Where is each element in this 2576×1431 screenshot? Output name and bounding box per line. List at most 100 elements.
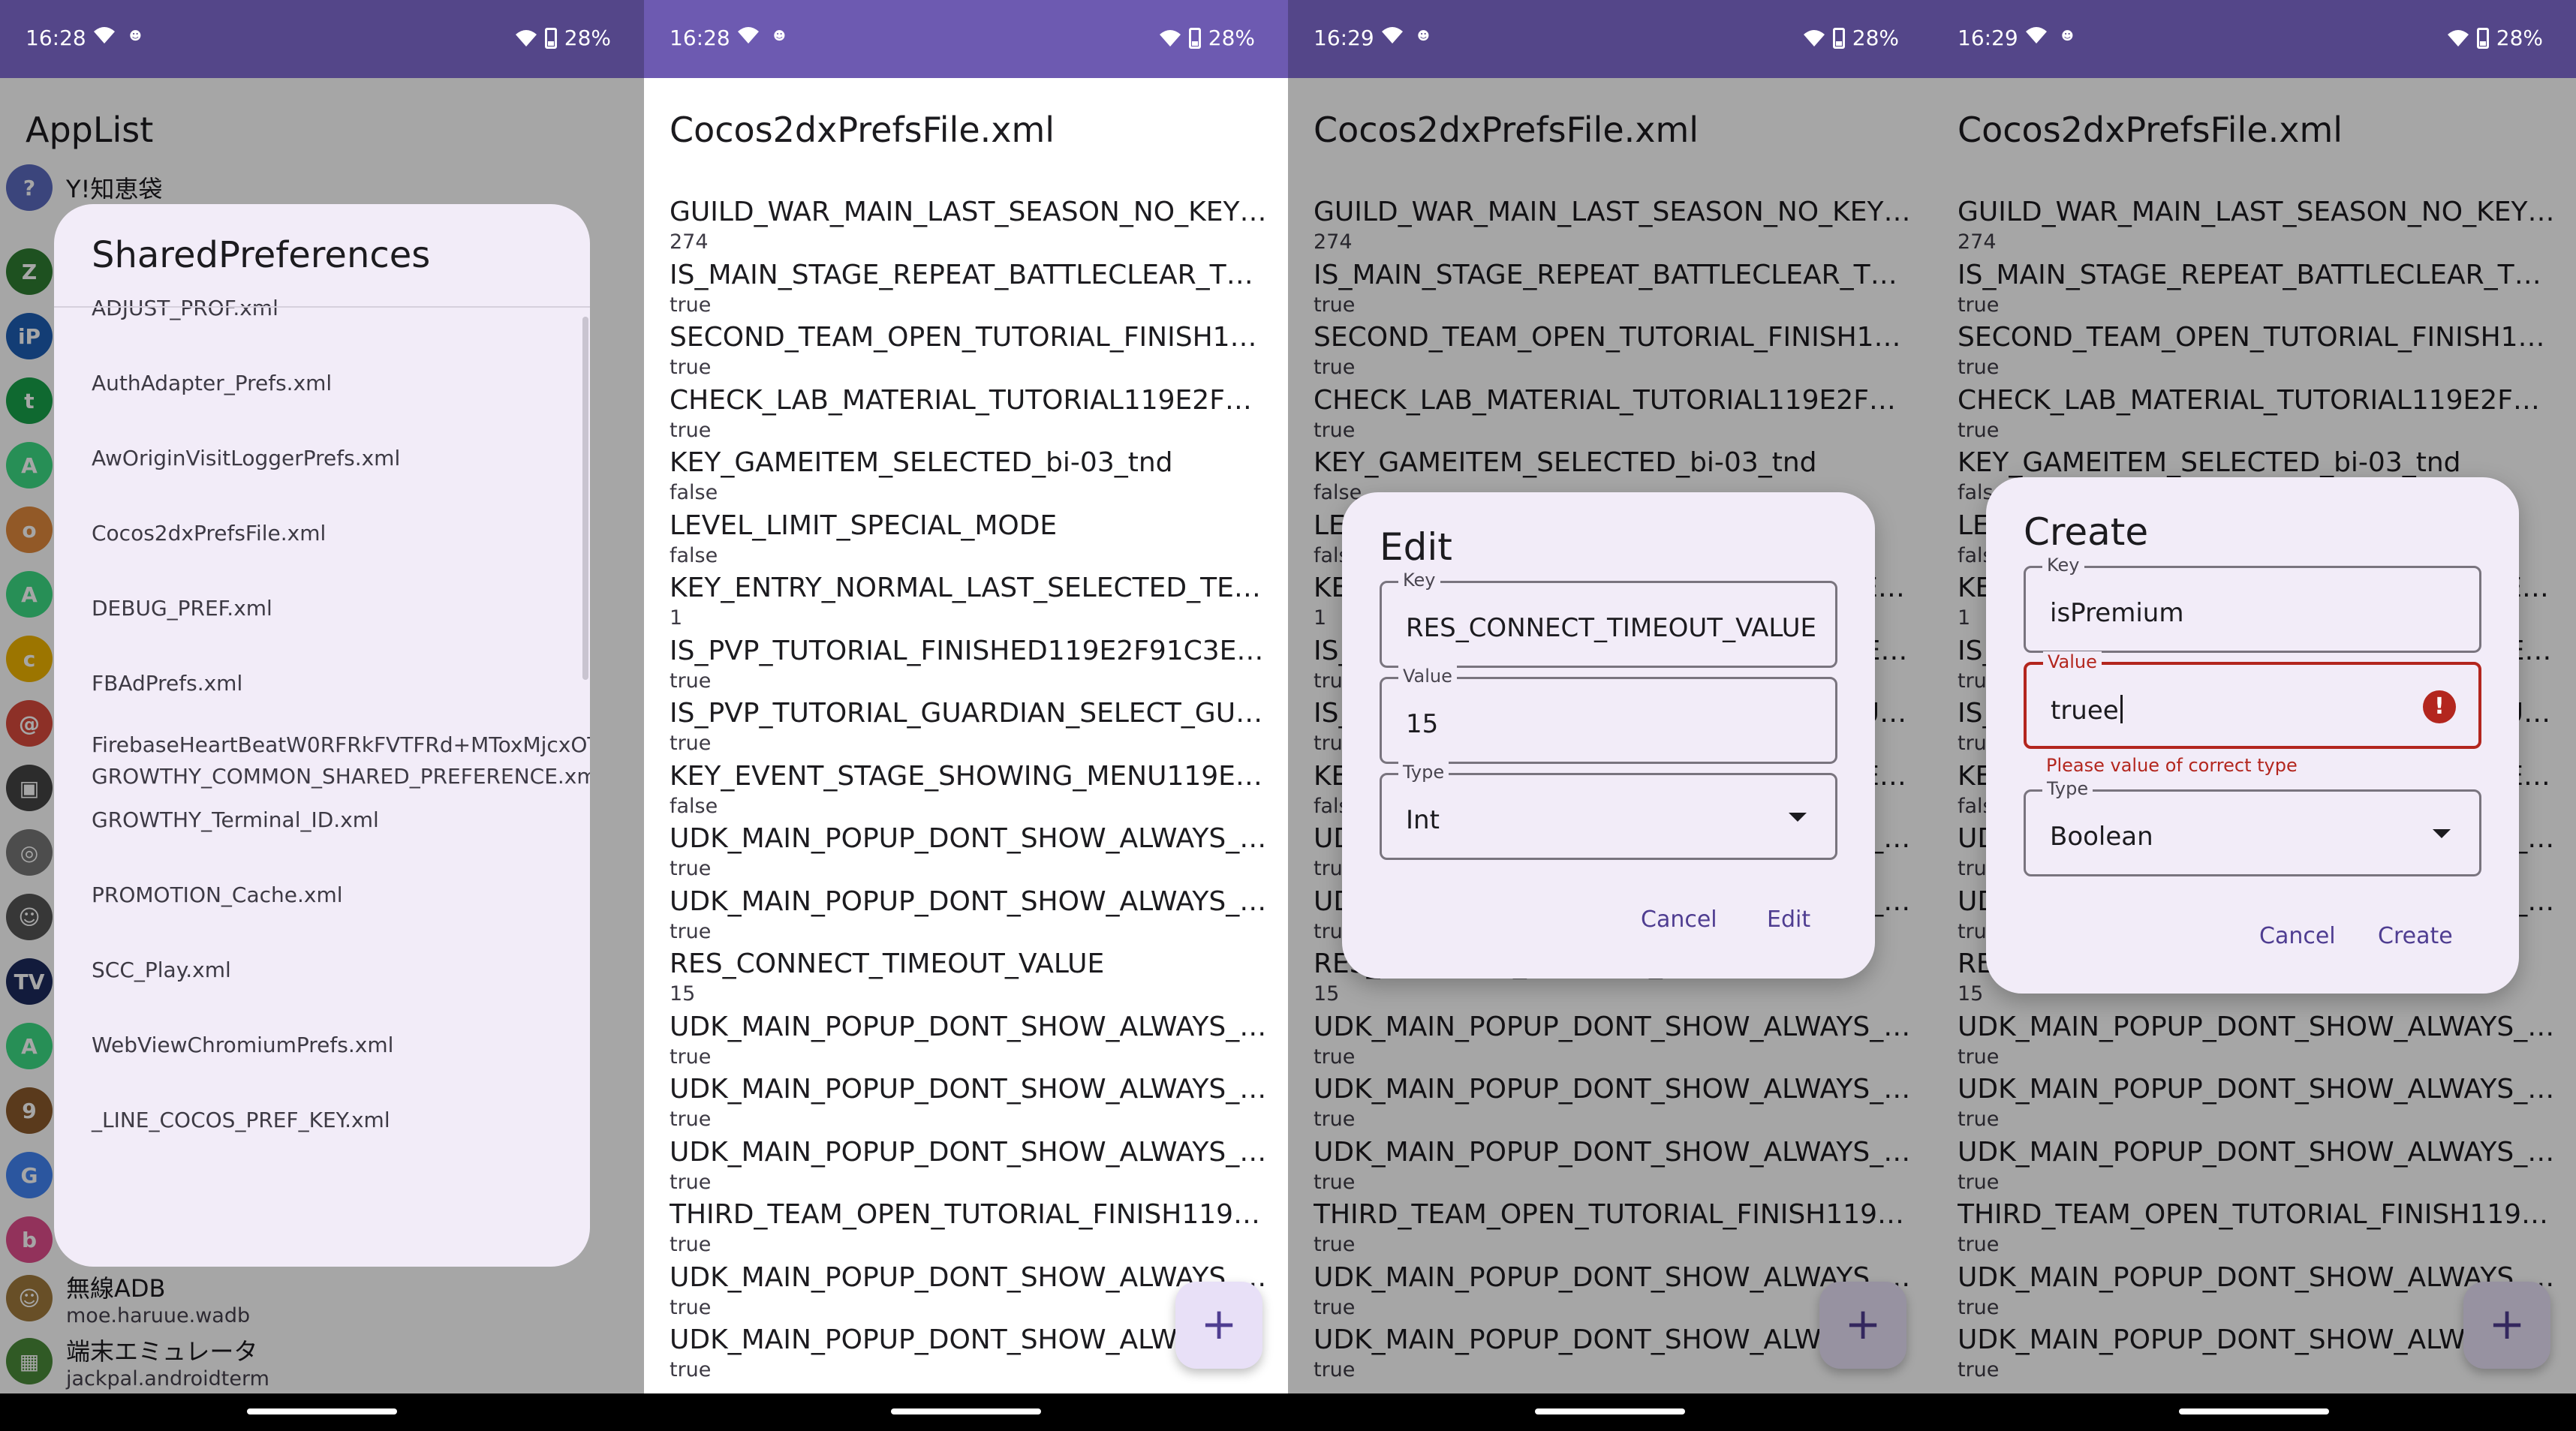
- pref-value: false: [670, 543, 718, 567]
- home-handle[interactable]: [247, 1408, 397, 1414]
- pref-value: false: [670, 794, 718, 818]
- battery-icon: [1832, 27, 1845, 49]
- prefs-file-item[interactable]: GROWTHY_COMMON_SHARED_PREFERENCE.xml: [92, 761, 590, 792]
- pref-value: 1: [670, 606, 683, 630]
- pref-key: UDK_MAIN_POPUP_DONT_SHOW_ALWAYS_6...: [670, 1074, 1268, 1105]
- prefs-file-item[interactable]: WebViewChromiumPrefs.xml: [92, 1030, 542, 1061]
- pref-value: true: [670, 418, 712, 442]
- nav-bar: [1288, 1393, 1932, 1431]
- dialog-title: Edit: [1380, 525, 1452, 569]
- pref-row[interactable]: UDK_MAIN_POPUP_DONT_SHOW_ALWAYS_6...true: [670, 1134, 1268, 1197]
- pref-row[interactable]: UDK_MAIN_POPUP_DONT_SHOW_ALWAYS_6...true: [670, 1071, 1268, 1134]
- status-right: 28%: [515, 26, 611, 50]
- status-icons: ☻: [93, 26, 142, 45]
- dropdown-arrow-icon: [1789, 813, 1807, 822]
- pref-value: true: [670, 857, 712, 880]
- key-value: isPremium: [2050, 598, 2184, 628]
- status-right: 28%: [1803, 26, 1899, 50]
- prefs-file-item[interactable]: FirebaseHeartBeatW0RFRkFVTFRd+MToxMjcxOT…: [92, 729, 590, 761]
- prefs-file-item[interactable]: GROWTHY_Terminal_ID.xml: [92, 804, 542, 836]
- pref-row[interactable]: UDK_MAIN_POPUP_DONT_SHOW_ALWAYS_6...true: [670, 1009, 1268, 1072]
- type-label: Type: [2042, 778, 2093, 799]
- home-handle[interactable]: [891, 1408, 1041, 1414]
- pref-row[interactable]: UDK_MAIN_POPUP_DONT_SHOW_ALWAYS_6...true: [670, 820, 1268, 883]
- pref-value: true: [670, 732, 712, 755]
- pref-value: true: [670, 1045, 712, 1069]
- status-bar: 16:28 ☻ 28%: [644, 0, 1288, 78]
- pref-row[interactable]: CHECK_LAB_MATERIAL_TUTORIAL119E2F91... tr…: [670, 382, 1268, 445]
- pref-row[interactable]: KEY_EVENT_STAGE_SHOWING_MENU119E2F...fal…: [670, 758, 1268, 821]
- pref-row[interactable]: IS_MAIN_STAGE_REPEAT_BATTLECLEAR_TU... tr…: [670, 257, 1268, 320]
- scrollbar[interactable]: [582, 317, 588, 680]
- prefs-file-item[interactable]: FBAdPrefs.xml: [92, 668, 542, 699]
- pref-value: true: [670, 1233, 712, 1256]
- pref-row[interactable]: RES_CONNECT_TIMEOUT_VALUE 15: [670, 945, 1268, 1009]
- pref-value: false: [670, 481, 718, 504]
- status-bar: 16:28 ☻ 28%: [0, 0, 644, 78]
- prefs-file-item[interactable]: Cocos2dxPrefsFile.xml: [92, 518, 542, 549]
- cancel-button[interactable]: Cancel: [1641, 906, 1717, 933]
- type-select[interactable]: Type Boolean: [2024, 778, 2481, 876]
- pref-value: true: [670, 919, 712, 943]
- value-text: truee: [2051, 696, 2119, 726]
- prefs-file-item[interactable]: AuthAdapter_Prefs.xml: [92, 368, 542, 399]
- pref-key: UDK_MAIN_POPUP_DONT_SHOW_ALWAYS_6...: [670, 823, 1268, 854]
- prefs-file-item[interactable]: ADJUST_PROF.xml: [92, 293, 542, 324]
- key-field[interactable]: Key RES_CONNECT_TIMEOUT_VALUE: [1380, 570, 1837, 668]
- home-handle[interactable]: [2179, 1408, 2329, 1414]
- prefs-file-item[interactable]: DEBUG_PREF.xml: [92, 593, 542, 624]
- value-field[interactable]: Value 15: [1380, 666, 1837, 764]
- pref-key: UDK_MAIN_POPUP_DONT_SHOW_ALWAYS_6...: [670, 885, 1268, 917]
- pref-value: true: [670, 1108, 712, 1131]
- pref-key: KEY_GAMEITEM_SELECTED_bi-03_tnd: [670, 447, 1173, 478]
- edit-dialog: Edit Key RES_CONNECT_TIMEOUT_VALUE Value…: [1342, 492, 1875, 979]
- pref-row[interactable]: UDK_MAIN_POPUP_DONT_SHOW_ALWAYS_6...true: [670, 883, 1268, 946]
- status-time: 16:29: [1314, 26, 1374, 50]
- pref-key: IS_PVP_TUTORIAL_GUARDIAN_SELECT_GUID...: [670, 698, 1268, 729]
- add-pref-button[interactable]: +: [1175, 1282, 1262, 1369]
- prefs-file-list: ADJUST_PROF.xml AuthAdapter_Prefs.xml AwOr…: [92, 293, 590, 1136]
- create-button[interactable]: Create: [2378, 923, 2453, 949]
- edit-button[interactable]: Edit: [1767, 906, 1810, 933]
- pref-row[interactable]: IS_PVP_TUTORIAL_GUARDIAN_SELECT_GUID...t…: [670, 695, 1268, 758]
- status-bar: 16:29 ☻ 28%: [1288, 0, 1932, 78]
- dialog-title: Create: [2024, 510, 2149, 554]
- wifi-icon: [94, 27, 115, 44]
- prefs-file-item[interactable]: _LINE_COCOS_PREF_KEY.xml: [92, 1105, 542, 1136]
- pref-value: true: [670, 1358, 712, 1381]
- pref-row[interactable]: GUILD_WAR_MAIN_LAST_SEASON_NO_KEY1... 274: [670, 194, 1268, 257]
- pref-key: KEY_EVENT_STAGE_SHOWING_MENU119E2F...: [670, 760, 1268, 792]
- pref-key: IS_PVP_TUTORIAL_FINISHED119E2F91C3E06...: [670, 635, 1268, 666]
- prefs-file-item[interactable]: SCC_Play.xml: [92, 955, 542, 986]
- battery-icon: [1188, 27, 1201, 49]
- pref-row[interactable]: KEY_ENTRY_NORMAL_LAST_SELECTED_TEA... 1: [670, 570, 1268, 633]
- status-right: 28%: [1159, 26, 1255, 50]
- value-value: truee: [2051, 695, 2123, 726]
- pref-row[interactable]: SECOND_TEAM_OPEN_TUTORIAL_FINISH119... tr…: [670, 319, 1268, 382]
- pref-key: CHECK_LAB_MATERIAL_TUTORIAL119E2F91...: [670, 384, 1268, 416]
- type-select[interactable]: Type Int: [1380, 762, 1837, 860]
- value-field[interactable]: Value truee !: [2024, 651, 2481, 749]
- pref-key: KEY_ENTRY_NORMAL_LAST_SELECTED_TEA...: [670, 573, 1268, 603]
- error-icon: !: [2423, 690, 2456, 723]
- prefs-file-item[interactable]: PROMOTION_Cache.xml: [92, 879, 542, 911]
- home-handle[interactable]: [1535, 1408, 1685, 1414]
- create-dialog: Create Key isPremium Value truee ! Pleas…: [1986, 477, 2519, 994]
- wifi-signal-icon: [1803, 29, 1825, 47]
- prefs-file-item[interactable]: AwOriginVisitLoggerPrefs.xml: [92, 443, 542, 474]
- key-field[interactable]: Key isPremium: [2024, 555, 2481, 653]
- dropdown-arrow-icon: [2433, 829, 2451, 838]
- pref-row[interactable]: KEY_GAMEITEM_SELECTED_bi-03_tndfalse: [670, 444, 1268, 507]
- status-time: 16:29: [1958, 26, 2018, 50]
- value-label: Value: [2043, 651, 2102, 672]
- panel-prefs: 16:28 ☻ 28% Cocos2dxPrefsFile.xml GUILD_…: [644, 0, 1288, 1431]
- prefs-list: GUILD_WAR_MAIN_LAST_SEASON_NO_KEY1... 274…: [670, 194, 1268, 1384]
- pref-row[interactable]: LEVEL_LIMIT_SPECIAL_MODEfalse: [670, 507, 1268, 570]
- cancel-button[interactable]: Cancel: [2259, 923, 2336, 949]
- battery-level: 28%: [1852, 26, 1899, 50]
- key-value: RES_CONNECT_TIMEOUT_VALUE: [1406, 613, 1817, 643]
- type-label: Type: [1398, 762, 1449, 783]
- pref-row[interactable]: IS_PVP_TUTORIAL_FINISHED119E2F91C3E06...…: [670, 633, 1268, 696]
- dialog-divider: [54, 306, 590, 308]
- pref-row[interactable]: THIRD_TEAM_OPEN_TUTORIAL_FINISH119E2... t…: [670, 1196, 1268, 1259]
